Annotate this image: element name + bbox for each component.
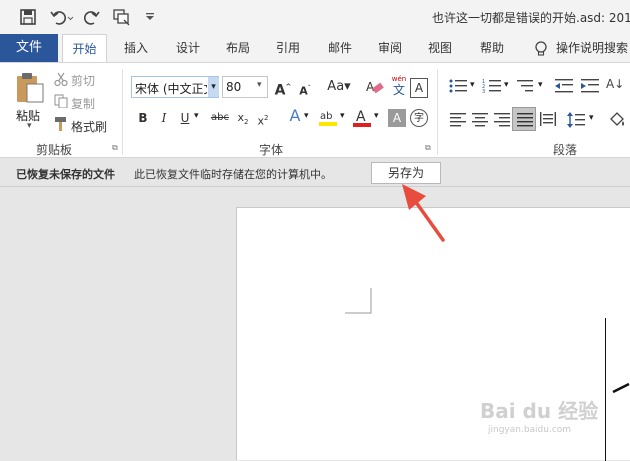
numbering-icon[interactable]: 1 2 3 (482, 78, 502, 94)
align-center-icon[interactable] (471, 111, 489, 127)
save-as-button[interactable]: 另存为 (371, 162, 441, 184)
tab-references[interactable]: 引用 (270, 34, 306, 62)
title-bar: 也许这一切都是错误的开始.asd: 201 (0, 0, 630, 34)
undo-icon[interactable] (50, 9, 74, 25)
save-icon[interactable] (20, 9, 36, 25)
margin-corner-mark (345, 288, 372, 314)
underline-dropdown-icon[interactable]: ▾ (194, 111, 199, 121)
tab-design[interactable]: 设计 (170, 34, 206, 62)
font-size-select[interactable]: 80 ▾ (222, 76, 268, 98)
watermark-logo: Bai du 经验 (480, 399, 599, 423)
change-case-icon[interactable]: Aa▾ (324, 78, 354, 96)
recovery-title: 已恢复未保存的文件 (16, 168, 115, 181)
group-separator (437, 69, 438, 155)
copy-icon (54, 94, 68, 108)
tab-file[interactable]: 文件 (0, 34, 58, 62)
touch-mode-icon[interactable] (112, 8, 132, 26)
svg-text:A: A (366, 80, 375, 94)
phonetic-pinyin: wén (391, 75, 407, 83)
underline-icon[interactable]: U (176, 109, 194, 127)
group-separator (122, 69, 123, 155)
clipboard-group-label: 剪贴板 (36, 143, 73, 157)
tab-review[interactable]: 审阅 (372, 34, 408, 62)
grow-font-icon[interactable]: A^ (274, 78, 292, 99)
text-effects-icon[interactable]: A (286, 107, 304, 125)
format-painter-button[interactable]: 格式刷 (71, 118, 107, 135)
clear-formatting-icon[interactable]: A (366, 79, 384, 95)
font-launcher-icon[interactable]: ⧉ (425, 143, 431, 153)
tab-mailings[interactable]: 邮件 (322, 34, 358, 62)
font-size-value: 80 (226, 80, 242, 94)
ribbon-home: 粘贴 ▾ 剪切 复制 格式刷 剪贴板 ⧉ 宋体 (中文正文 ▾ 80 ▾ (0, 62, 630, 158)
tab-view[interactable]: 视图 (422, 34, 458, 62)
recovery-message-bar: 已恢复未保存的文件 此已恢复文件临时存储在您的计算机中。 (0, 159, 630, 187)
lightbulb-icon (535, 41, 547, 56)
tell-me-search[interactable]: 操作说明搜索 (556, 34, 630, 62)
increase-indent-icon[interactable] (580, 78, 600, 94)
paragraph-group-label: 段落 (553, 143, 578, 157)
shrink-font-icon[interactable]: Aˇ (296, 80, 314, 98)
subscript-icon[interactable]: x2 (234, 109, 252, 127)
character-border-icon[interactable]: A (410, 78, 428, 98)
font-size-dropdown-icon[interactable]: ▾ (257, 80, 262, 90)
highlight-icon[interactable]: ab (318, 107, 338, 129)
phonetic-guide-icon[interactable]: wén 文 (390, 75, 408, 99)
enclose-characters-icon[interactable]: 字 (410, 109, 428, 127)
svg-text:3: 3 (482, 89, 485, 94)
numbering-dropdown-icon[interactable]: ▾ (504, 80, 509, 90)
line-spacing-dropdown-icon[interactable]: ▾ (589, 113, 594, 123)
customize-toolbar-icon[interactable] (145, 12, 155, 22)
tab-layout[interactable]: 布局 (220, 34, 256, 62)
tab-home[interactable]: 开始 (62, 34, 107, 62)
font-name-select[interactable]: 宋体 (中文正文 ▾ (131, 76, 219, 98)
redo-icon[interactable] (84, 9, 100, 25)
format-painter-icon (55, 117, 66, 131)
justify-button[interactable] (512, 107, 536, 131)
font-name-dropdown-icon[interactable]: ▾ (208, 77, 219, 97)
font-name-value: 宋体 (中文正文 (135, 82, 207, 96)
cut-button[interactable]: 剪切 (71, 72, 95, 89)
shading-icon[interactable] (608, 111, 626, 129)
align-left-icon[interactable] (449, 111, 467, 127)
recovery-description: 此已恢复文件临时存储在您的计算机中。 (134, 168, 332, 181)
character-shading-icon[interactable]: A (388, 109, 406, 127)
justify-icon (517, 113, 533, 127)
bullets-icon[interactable] (448, 78, 468, 94)
phonetic-char: 文 (392, 83, 405, 97)
text-cursor-line (605, 318, 606, 461)
font-color-dropdown-icon[interactable]: ▾ (374, 111, 379, 121)
highlight-dropdown-icon[interactable]: ▾ (340, 111, 345, 121)
italic-icon[interactable]: I (155, 109, 173, 127)
clipboard-launcher-icon[interactable]: ⧉ (112, 143, 118, 153)
multilevel-list-icon[interactable] (516, 78, 536, 94)
strikethrough-icon[interactable]: abc (210, 109, 230, 127)
superscript-icon[interactable]: x2 (254, 109, 272, 128)
window-title: 也许这一切都是错误的开始.asd: 201 (432, 11, 630, 25)
tab-help[interactable]: 帮助 (474, 34, 510, 62)
paste-dropdown-icon[interactable]: ▾ (27, 121, 32, 131)
ribbon-tabs: 文件 开始 插入 设计 布局 引用 邮件 审阅 视图 帮助 操作说明搜索 (0, 34, 630, 62)
copy-button[interactable]: 复制 (71, 95, 95, 112)
distributed-icon[interactable] (539, 111, 557, 127)
svg-text:ab: ab (320, 111, 332, 122)
line-spacing-icon[interactable] (566, 111, 586, 129)
bullets-dropdown-icon[interactable]: ▾ (470, 80, 475, 90)
multilevel-dropdown-icon[interactable]: ▾ (538, 80, 543, 90)
chinese-layout-icon[interactable]: A↓ (606, 77, 630, 95)
font-group-label: 字体 (259, 143, 284, 157)
tab-insert[interactable]: 插入 (118, 34, 154, 62)
watermark-url: jingyan.baidu.com (488, 425, 572, 435)
partial-text-stroke (612, 382, 630, 394)
align-right-icon[interactable] (493, 111, 511, 127)
font-color-icon[interactable]: A (352, 107, 372, 129)
decrease-indent-icon[interactable] (554, 78, 574, 94)
bold-icon[interactable]: B (134, 109, 152, 127)
scissors-icon (54, 72, 68, 86)
svg-text:A: A (356, 109, 366, 125)
text-effects-dropdown-icon[interactable]: ▾ (304, 111, 309, 121)
paste-icon[interactable] (15, 72, 45, 104)
